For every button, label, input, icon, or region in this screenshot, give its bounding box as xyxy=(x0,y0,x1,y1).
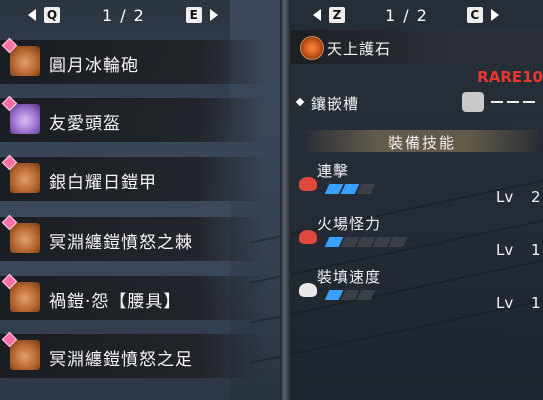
empty-slot-dash xyxy=(523,101,535,103)
skill-row: 連擊 Lv 2 xyxy=(291,160,543,220)
right-page-sep: / xyxy=(403,5,409,25)
equipment-item-head[interactable]: 友愛頭盔 xyxy=(0,95,265,142)
skill-level-bar xyxy=(324,184,376,194)
equipment-label: 禍鎧‧怨【腰具】 xyxy=(49,292,182,312)
gunlance-icon xyxy=(10,46,40,76)
slot-icon xyxy=(462,92,484,112)
left-page-current: 1 xyxy=(102,5,113,25)
empty-slot-dash xyxy=(491,101,503,103)
skill-lv-label: Lv xyxy=(496,241,514,259)
equipment-detail-panel: Z 1 / 2 C 天上護石 RARE10 鑲嵌槽 裝備技能 連擊 Lv 2 火… xyxy=(291,0,543,400)
equipment-item-chest[interactable]: 銀白耀日鎧甲 xyxy=(0,154,265,201)
key-c[interactable]: C xyxy=(466,7,483,23)
skill-level-bar xyxy=(324,290,376,300)
page-next-arrow-icon[interactable] xyxy=(490,9,499,21)
skill-icon-white xyxy=(299,283,317,297)
skill-name: 連擊 xyxy=(317,162,350,180)
left-page-total: 2 xyxy=(133,5,144,25)
decoration-slots-row: 鑲嵌槽 xyxy=(295,92,543,114)
equipment-item-weapon[interactable]: 圓月冰輪砲 xyxy=(0,37,265,84)
equipment-item-legs[interactable]: 冥淵纏鎧憤怒之足 xyxy=(0,331,265,378)
equipment-label: 冥淵纏鎧憤怒之棘 xyxy=(49,233,193,253)
right-page-current: 1 xyxy=(385,5,396,25)
equipment-list-panel: Q 1 / 2 E 圓月冰輪砲 友愛頭盔 銀白耀日鎧甲 冥淵纏鎧憤怒之棘 禍鎧‧… xyxy=(0,0,283,400)
left-page-sep: / xyxy=(120,5,126,25)
slot-label: 鑲嵌槽 xyxy=(311,95,360,113)
equipment-label: 銀白耀日鎧甲 xyxy=(49,173,157,193)
page-prev-arrow-icon[interactable] xyxy=(28,9,36,21)
key-z[interactable]: Z xyxy=(329,7,345,23)
right-page-total: 2 xyxy=(416,5,427,25)
skills-header: 裝備技能 xyxy=(307,130,537,152)
skill-level: 1 xyxy=(531,241,541,259)
page-next-arrow-icon[interactable] xyxy=(209,9,218,21)
skill-level: 1 xyxy=(531,294,541,312)
right-pager: Z 1 / 2 C xyxy=(313,5,499,25)
page-prev-arrow-icon[interactable] xyxy=(313,9,321,21)
empty-slot-dash xyxy=(507,101,519,103)
skill-row: 裝填速度 Lv 1 xyxy=(291,266,543,326)
skill-name: 火場怪力 xyxy=(317,215,382,233)
charm-icon xyxy=(300,36,324,60)
left-pager: Q 1 / 2 E xyxy=(28,5,218,25)
charm-header: 天上護石 xyxy=(291,30,543,64)
skill-level: 2 xyxy=(531,188,541,206)
panel-divider xyxy=(280,0,291,400)
bullet-diamond-icon xyxy=(295,97,305,107)
skill-lv-label: Lv xyxy=(496,294,514,312)
waist-armor-icon xyxy=(10,282,40,312)
skills-header-label: 裝備技能 xyxy=(387,134,456,152)
skill-icon-red xyxy=(299,177,317,191)
leg-armor-icon xyxy=(10,340,40,370)
arm-armor-icon xyxy=(10,223,40,253)
equipment-label: 圓月冰輪砲 xyxy=(49,56,139,76)
skill-level-bar xyxy=(324,237,408,247)
equipment-label: 友愛頭盔 xyxy=(49,114,121,134)
skill-icon-red xyxy=(299,230,317,244)
key-q[interactable]: Q xyxy=(44,7,60,23)
skill-row: 火場怪力 Lv 1 xyxy=(291,213,543,273)
skill-name: 裝填速度 xyxy=(317,268,382,286)
equipment-item-waist[interactable]: 禍鎧‧怨【腰具】 xyxy=(0,273,265,320)
rarity-label: RARE10 xyxy=(477,68,543,86)
equipment-label: 冥淵纏鎧憤怒之足 xyxy=(49,350,193,370)
key-e[interactable]: E xyxy=(185,7,202,23)
skill-lv-label: Lv xyxy=(496,188,514,206)
helmet-icon xyxy=(10,104,40,134)
chest-armor-icon xyxy=(10,163,40,193)
equipment-item-arms[interactable]: 冥淵纏鎧憤怒之棘 xyxy=(0,214,265,261)
charm-title: 天上護石 xyxy=(327,40,392,58)
